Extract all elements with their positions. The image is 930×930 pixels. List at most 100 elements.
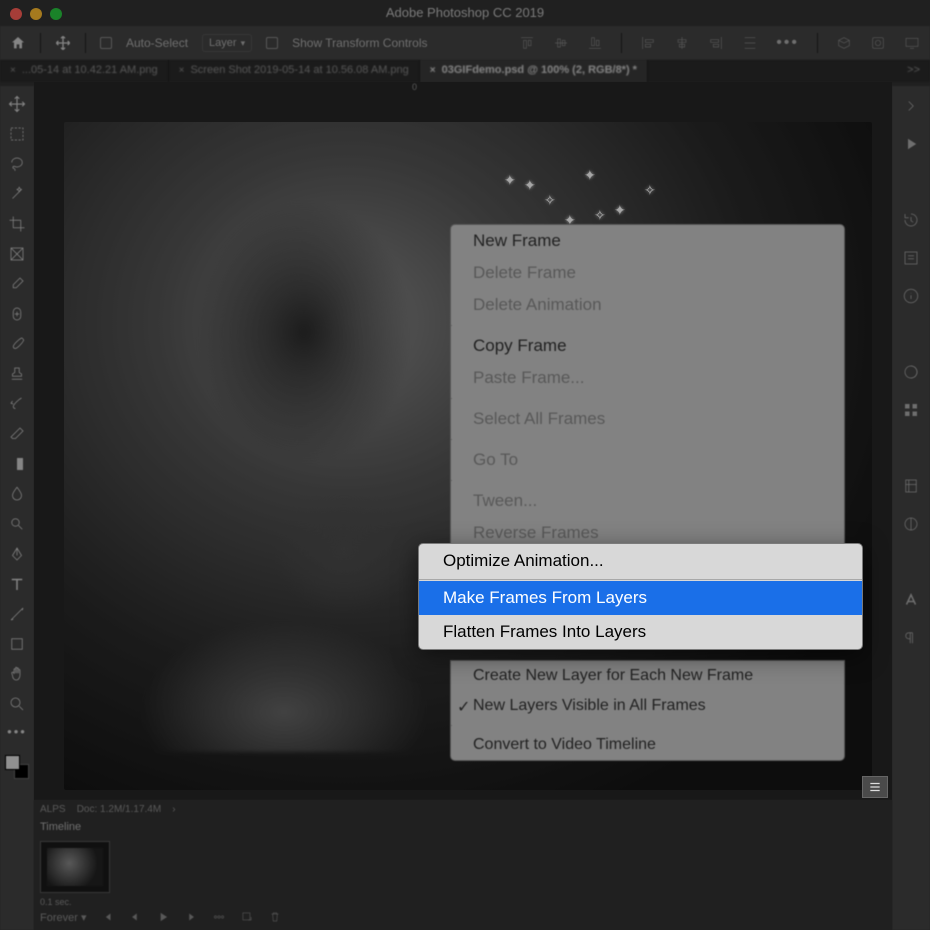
menu-item-optimize[interactable]: Optimize Animation... — [419, 544, 862, 578]
close-icon[interactable]: × — [179, 65, 185, 76]
menu-item[interactable]: Copy Frame — [451, 330, 844, 362]
menu-item: Tween... — [451, 485, 844, 517]
quickmask-icon[interactable] — [870, 35, 886, 51]
menu-item[interactable]: New Layers Visible in All Frames — [451, 691, 844, 721]
close-icon[interactable]: × — [10, 65, 16, 76]
play-icon[interactable] — [901, 134, 921, 154]
menu-separator — [419, 579, 862, 580]
info-panel-icon[interactable] — [901, 286, 921, 306]
frame-thumbnail[interactable] — [40, 841, 110, 893]
timeline-flyout-button[interactable] — [862, 776, 888, 798]
3d-mode-icon[interactable] — [836, 35, 852, 51]
document-tab[interactable]: ×...05-14 at 10.42.21 AM.png — [0, 60, 169, 82]
minimize-window-icon[interactable] — [30, 8, 42, 20]
tab-overflow[interactable]: >> — [897, 60, 930, 82]
status-doc: Doc: 1.2M/1.17.4M — [77, 804, 161, 815]
eyedropper-tool-icon[interactable] — [7, 274, 27, 294]
lasso-tool-icon[interactable] — [7, 154, 27, 174]
fullscreen-window-icon[interactable] — [50, 8, 62, 20]
menu-item: Delete Animation — [451, 289, 844, 321]
menu-item[interactable]: New Frame — [451, 225, 844, 257]
paragraph-panel-icon[interactable] — [901, 628, 921, 648]
loop-dropdown[interactable]: Forever ▾ — [40, 911, 86, 924]
gradient-tool-icon[interactable] — [7, 454, 27, 474]
expand-panels-icon[interactable] — [901, 96, 921, 116]
menu-item-make-frames[interactable]: Make Frames From Layers — [419, 581, 862, 615]
close-window-icon[interactable] — [10, 8, 22, 20]
menu-item[interactable]: Convert to Video Timeline — [451, 730, 844, 760]
home-icon[interactable] — [10, 35, 26, 51]
menu-separator — [451, 439, 452, 440]
window-controls[interactable] — [10, 8, 62, 20]
color-panel-icon[interactable] — [901, 362, 921, 382]
move-tool-icon — [55, 35, 71, 51]
document-tab[interactable]: ×03GIFdemo.psd @ 100% (2, RGB/8*) * — [420, 60, 648, 82]
layer-dropdown[interactable]: Layer ▾ — [202, 34, 252, 52]
more-options-icon[interactable]: ••• — [776, 34, 799, 52]
healing-tool-icon[interactable] — [7, 304, 27, 324]
properties-panel-icon[interactable] — [901, 248, 921, 268]
zoom-tool-icon[interactable] — [7, 694, 27, 714]
menu-item-flatten-frames[interactable]: Flatten Frames Into Layers — [419, 615, 862, 649]
frame-delay[interactable]: 0.1 sec. — [34, 895, 892, 909]
character-panel-icon[interactable] — [901, 590, 921, 610]
hand-tool-icon[interactable] — [7, 664, 27, 684]
foreground-background-colors[interactable] — [5, 755, 29, 779]
auto-select-label: Auto-Select — [126, 36, 188, 50]
move-tool-icon[interactable] — [7, 94, 27, 114]
tween-icon[interactable] — [212, 910, 226, 924]
timeline-label: Timeline — [34, 819, 892, 839]
first-frame-icon[interactable] — [100, 910, 114, 924]
menu-item[interactable]: Create New Layer for Each New Frame — [451, 661, 844, 691]
align-vcenter-icon[interactable] — [553, 35, 569, 51]
delete-frame-icon[interactable] — [268, 910, 282, 924]
image-content — [104, 152, 484, 752]
edit-toolbar-icon[interactable]: ••• — [7, 724, 27, 739]
brush-tool-icon[interactable] — [7, 334, 27, 354]
path-tool-icon[interactable] — [7, 604, 27, 624]
blur-tool-icon[interactable] — [7, 484, 27, 504]
adjustments-panel-icon[interactable] — [901, 514, 921, 534]
eraser-tool-icon[interactable] — [7, 424, 27, 444]
menu-separator — [451, 480, 452, 481]
history-panel-icon[interactable] — [901, 210, 921, 230]
marquee-tool-icon[interactable] — [7, 124, 27, 144]
shape-tool-icon[interactable] — [7, 634, 27, 654]
dodge-tool-icon[interactable] — [7, 514, 27, 534]
flyout-menu-focus: Optimize Animation... Make Frames From L… — [418, 543, 863, 650]
options-bar: Auto-Select Layer ▾ Show Transform Contr… — [0, 26, 930, 60]
flyout-menu-upper: New Frame Delete Frame Delete Animation … — [450, 224, 845, 550]
menu-item: Go To — [451, 444, 844, 476]
menu-item: Paste Frame... — [451, 362, 844, 394]
next-frame-icon[interactable] — [184, 910, 198, 924]
new-frame-icon[interactable] — [240, 910, 254, 924]
crop-tool-icon[interactable] — [7, 214, 27, 234]
libraries-panel-icon[interactable] — [901, 476, 921, 496]
ruler-marker: 0 — [412, 82, 417, 92]
align-bottom-icon[interactable] — [587, 35, 603, 51]
swatches-panel-icon[interactable] — [901, 400, 921, 420]
prev-frame-icon[interactable] — [128, 910, 142, 924]
align-top-icon[interactable] — [519, 35, 535, 51]
document-tab[interactable]: ×Screen Shot 2019-05-14 at 10.56.08 AM.p… — [169, 60, 420, 82]
chevron-down-icon: ▾ — [241, 38, 246, 49]
distribute-icon[interactable] — [742, 35, 758, 51]
stamp-tool-icon[interactable] — [7, 364, 27, 384]
pen-tool-icon[interactable] — [7, 544, 27, 564]
align-hcenter-icon[interactable] — [674, 35, 690, 51]
history-brush-tool-icon[interactable] — [7, 394, 27, 414]
document-tabs: ×...05-14 at 10.42.21 AM.png ×Screen Sho… — [0, 60, 930, 82]
frame-tool-icon[interactable] — [7, 244, 27, 264]
screenmode-icon[interactable] — [904, 35, 920, 51]
show-transform-checkbox[interactable] — [266, 37, 278, 49]
wand-tool-icon[interactable] — [7, 184, 27, 204]
auto-select-checkbox[interactable] — [100, 37, 112, 49]
align-left-icon[interactable] — [640, 35, 656, 51]
menu-item: Delete Frame — [451, 257, 844, 289]
type-tool-icon[interactable] — [7, 574, 27, 594]
play-icon[interactable] — [156, 910, 170, 924]
flyout-menu-lower: Create New Layer for Each New Frame New … — [450, 660, 845, 761]
menu-item: Select All Frames — [451, 403, 844, 435]
close-icon[interactable]: × — [430, 65, 436, 76]
align-right-icon[interactable] — [708, 35, 724, 51]
